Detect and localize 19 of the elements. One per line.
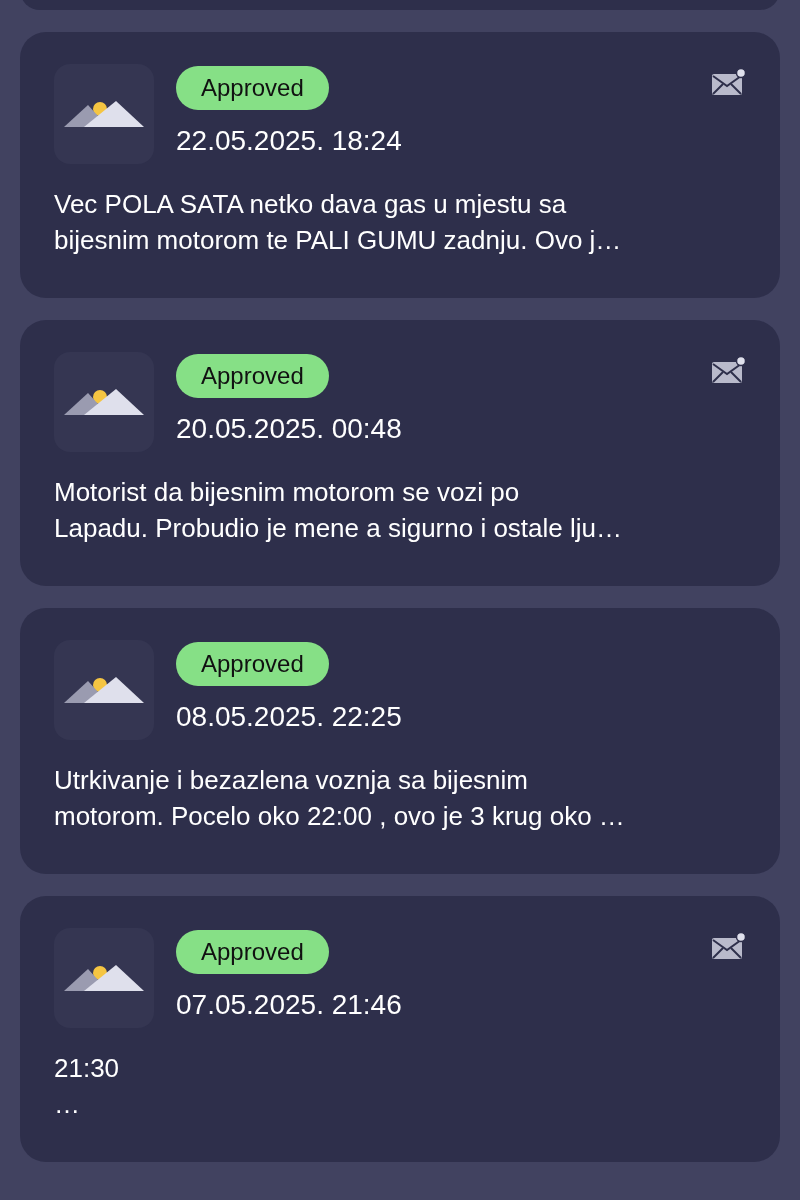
status-badge: Approved	[176, 642, 329, 686]
report-date: 08.05.2025. 22:25	[176, 700, 402, 734]
report-description: 21:30 …	[54, 1052, 121, 1121]
mail-icon[interactable]	[712, 68, 746, 96]
status-badge: Approved	[176, 930, 329, 974]
report-description: Vec POLA SATA netko dava gas u mjestu sa bijesnim motorom te PALI GUMU zadnju. Ovo j…	[54, 188, 623, 257]
report-date: 07.05.2025. 21:46	[176, 988, 402, 1022]
report-description: Utrkivanje i bezazlena voznja sa bijesnim motorom. Pocelo oko 22:00 , ovo je 3 krug oko …	[54, 764, 626, 833]
report-card[interactable]: Approved 20.05.2025. 00:48 Motorist da bijesnim motorom se vozi po Lapadu. Probudio je mene a sigurno i ostale lju…	[20, 320, 780, 586]
mail-icon[interactable]	[712, 932, 746, 960]
status-badge: Approved	[176, 354, 329, 398]
report-card[interactable]: Approved 07.05.2025. 21:46 21:30 …	[20, 896, 780, 1162]
report-card[interactable]: Approved 22.05.2025. 18:24 Vec POLA SATA netko dava gas u mjestu sa bijesnim motorom te PALI GUMU zadnju. Ovo j…	[20, 32, 780, 298]
status-badge: Approved	[176, 66, 329, 110]
report-date: 22.05.2025. 18:24	[176, 124, 402, 158]
mail-icon[interactable]	[712, 356, 746, 384]
report-date: 20.05.2025. 00:48	[176, 412, 402, 446]
report-card[interactable]: Approved 08.05.2025. 22:25 Utrkivanje i bezazlena voznja sa bijesnim motorom. Pocelo oko 22:00 , ovo je 3 krug oko …	[20, 608, 780, 874]
report-description: Motorist da bijesnim motorom se vozi po Lapadu. Probudio je mene a sigurno i ostale lju…	[54, 476, 624, 545]
